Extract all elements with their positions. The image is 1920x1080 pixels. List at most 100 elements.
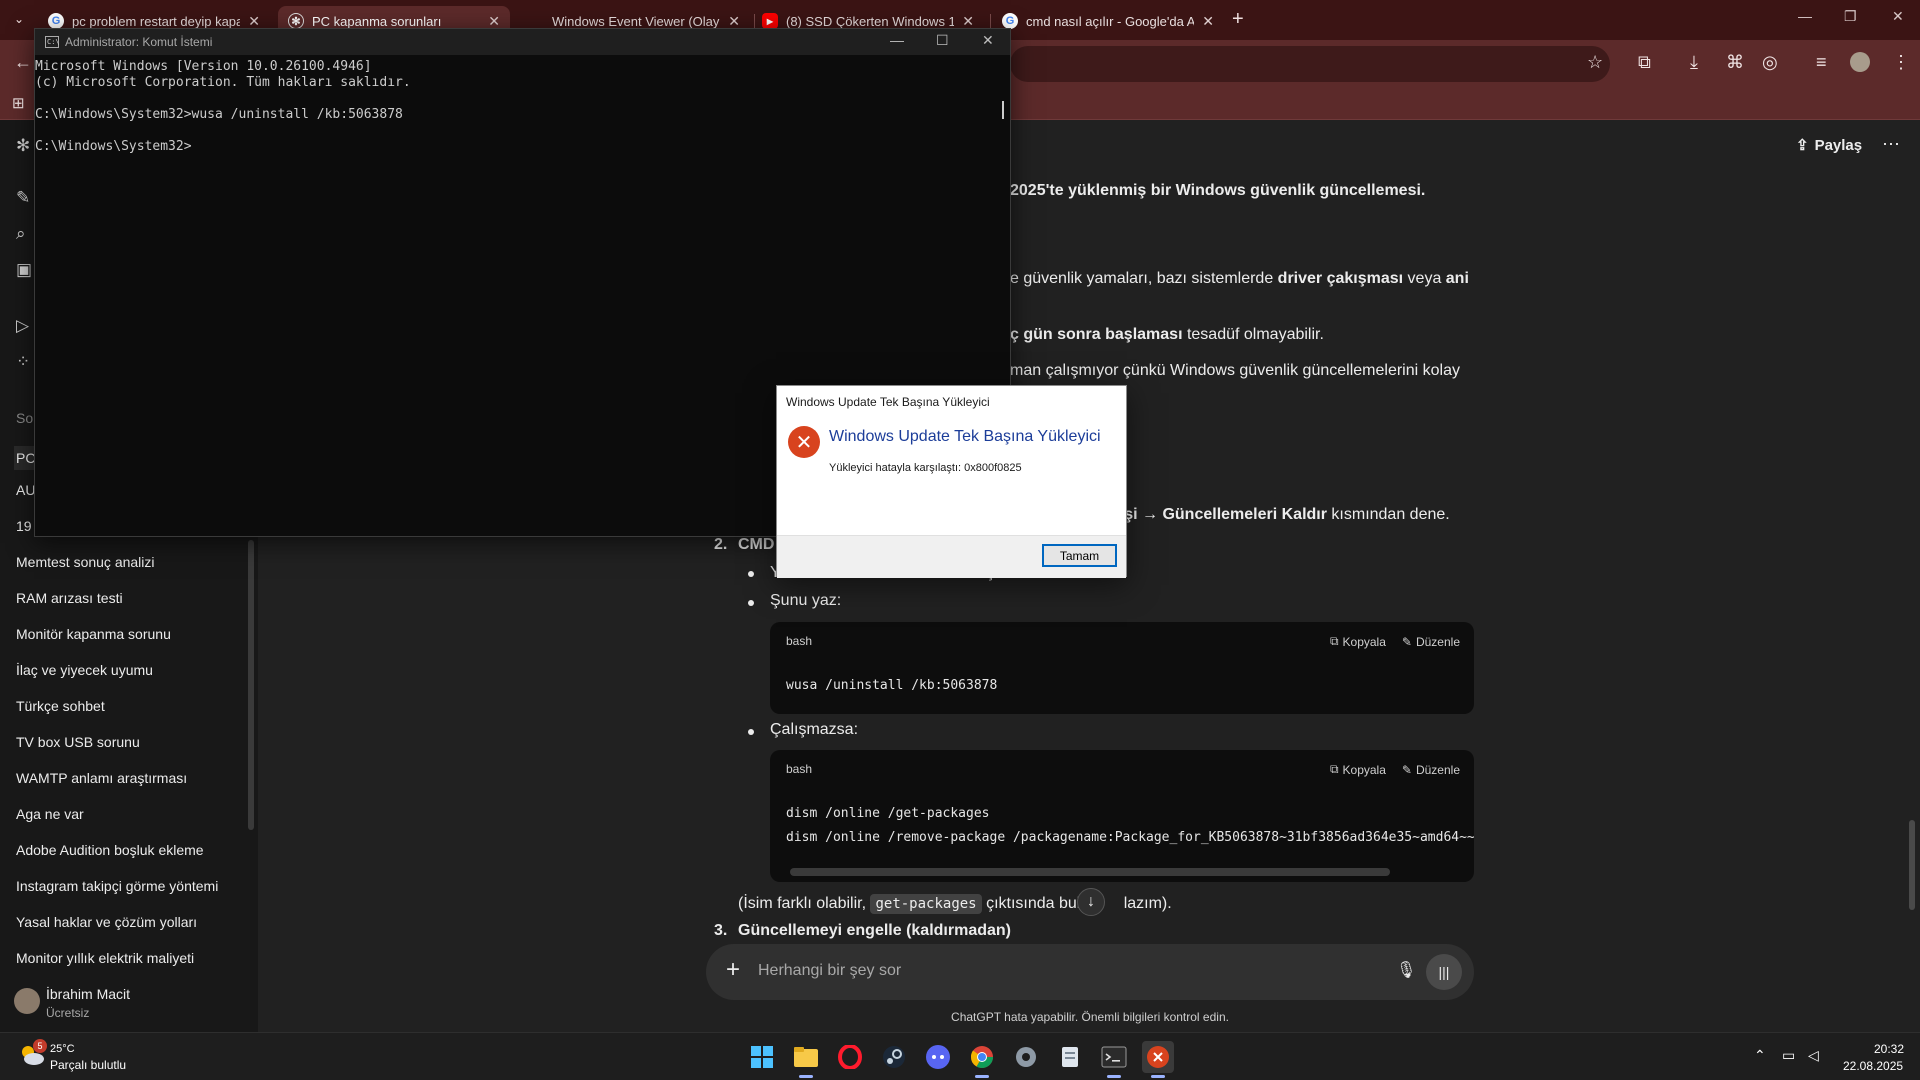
clock-time[interactable]: 20:32 [1874, 1042, 1904, 1056]
sidebar-item-ilac[interactable]: İlaç ve yiyecek uyumu [16, 662, 153, 678]
sidebar-item-instagram[interactable]: Instagram takipçi görme yöntemi [16, 878, 218, 894]
chat-paragraph: man çalışmıyor çünkü Windows güvenlik gü… [1010, 362, 1460, 379]
edit-code-button[interactable]: ✎ Düzenle [1402, 634, 1460, 649]
browser-menu-icon[interactable]: ⋮ [1892, 52, 1910, 73]
scroll-down-button[interactable]: ↓ [1077, 888, 1105, 916]
search-icon[interactable]: ⌕ [16, 224, 26, 244]
user-name[interactable]: İbrahim Macit [46, 986, 130, 1002]
voice-mode-button[interactable]: ||| [1426, 954, 1462, 990]
terminal-icon [1101, 1046, 1127, 1068]
lens-icon[interactable]: ◎ [1762, 52, 1778, 73]
edit-code-button[interactable]: ✎ Düzenle [1402, 762, 1460, 777]
tab-title: PC kapanma sorunları [312, 13, 442, 29]
sidebar-item-aga[interactable]: Aga ne var [16, 806, 84, 822]
tab-cmd-google[interactable]: G cmd nasıl açılır - Google'da Ara ✕ [992, 6, 1224, 36]
windows-logo-icon [751, 1046, 773, 1068]
tab-close-icon[interactable]: ✕ [248, 13, 260, 30]
weather-temperature[interactable]: 25°C [50, 1043, 75, 1055]
new-chat-icon[interactable]: ✎ [16, 188, 30, 208]
sidebar-item-partial[interactable]: AU [16, 482, 35, 498]
apps-grid-icon[interactable]: ⊞ [12, 94, 25, 112]
sidebar-item-partial[interactable]: 19 [16, 518, 32, 534]
chat-paragraph: nişi → Güncellemeleri Kaldır kısmından d… [1110, 506, 1450, 523]
more-options-icon[interactable]: ⋯ [1882, 134, 1900, 155]
terminal-button[interactable] [1098, 1041, 1130, 1078]
sora-icon[interactable]: ▷ [16, 316, 29, 336]
volume-icon[interactable]: ◁ [1808, 1047, 1819, 1064]
tab-close-icon[interactable]: ✕ [962, 13, 974, 30]
tab-close-icon[interactable]: ✕ [488, 13, 500, 30]
code-actions: ⧉ Kopyala ✎ Düzenle [1330, 762, 1460, 777]
dialog-heading: Windows Update Tek Başına Yükleyici [829, 428, 1101, 445]
network-icon[interactable]: ▭ [1782, 1047, 1795, 1064]
close-icon[interactable]: ✕ [982, 32, 994, 49]
cmd-titlebar[interactable]: C:\ Administrator: Komut İstemi — ☐ ✕ [35, 29, 1010, 55]
step-number: 2. [714, 536, 728, 553]
address-bar[interactable] [1010, 46, 1610, 82]
copy-code-button[interactable]: ⧉ Kopyala [1330, 762, 1386, 777]
clock-date[interactable]: 22.08.2025 [1843, 1059, 1903, 1073]
sidebar-item-elektrik[interactable]: Monitor yıllık elektrik maliyeti [16, 950, 194, 966]
code-line: wusa /uninstall /kb:5063878 [786, 678, 998, 693]
restore-icon[interactable]: ❐ [1844, 8, 1857, 25]
sidebar-item-tvbox[interactable]: TV box USB sorunu [16, 734, 140, 750]
copy-code-button[interactable]: ⧉ Kopyala [1330, 634, 1386, 649]
minimize-icon[interactable]: — [1798, 8, 1812, 24]
update-installer-button[interactable] [1142, 1041, 1174, 1078]
sidebar-item-memtest[interactable]: Memtest sonuç analizi [16, 554, 155, 570]
settings-button[interactable] [1010, 1041, 1042, 1073]
sidebar-item-turkce[interactable]: Türkçe sohbet [16, 698, 105, 714]
microphone-icon[interactable]: 🎙 [1396, 960, 1416, 980]
sidebar-item-ram[interactable]: RAM arızası testi [16, 590, 123, 606]
back-icon[interactable]: ← [14, 52, 32, 73]
bookmark-star-icon[interactable]: ☆ [1587, 52, 1603, 73]
translate-icon[interactable]: ⌘ [1726, 52, 1744, 73]
bullet-text: Şunu yaz: [770, 592, 842, 609]
new-tab-button[interactable]: + [1232, 8, 1244, 31]
start-button[interactable] [746, 1041, 778, 1073]
prompt-input[interactable]: Herhangi bir şey sor [758, 962, 901, 980]
extensions-icon[interactable]: ⧉ [1638, 52, 1651, 73]
tab-close-icon[interactable]: ✕ [728, 13, 740, 30]
gpts-icon[interactable]: ⁘ [16, 352, 30, 372]
media-control-icon[interactable]: ≡ [1816, 52, 1827, 73]
tray-overflow-chevron-icon[interactable]: ⌃ [1754, 1047, 1766, 1064]
tab-separator [990, 14, 991, 28]
code-block: bash ⧉ Kopyala ✎ Düzenle dism /online /get… [770, 750, 1474, 882]
sidebar-item-partial[interactable]: PC [14, 446, 35, 470]
chrome-button[interactable] [966, 1041, 998, 1078]
attach-plus-icon[interactable]: + [726, 956, 740, 984]
tab-close-icon[interactable]: ✕ [1202, 13, 1214, 30]
sidebar-scrollbar[interactable] [248, 540, 254, 830]
file-explorer-button[interactable] [790, 1041, 822, 1078]
dialog-titlebar[interactable]: Windows Update Tek Başına Yükleyici [777, 386, 1126, 416]
console-line: (c) Microsoft Corporation. Tüm hakları s… [35, 75, 411, 90]
sidebar-item-yasal[interactable]: Yasal haklar ve çözüm yolları [16, 914, 197, 930]
page-scrollbar[interactable] [1909, 820, 1915, 910]
notepad-button[interactable] [1054, 1041, 1086, 1073]
chat-note: (İsim farklı olabilir, get-packages çıkt… [738, 894, 1172, 914]
share-button[interactable]: ⇪ Paylaş [1796, 136, 1862, 155]
sidebar-item-monitor[interactable]: Monitör kapanma sorunu [16, 626, 171, 642]
prompt-composer: + Herhangi bir şey sor 🎙 ||| [706, 944, 1474, 1000]
cmd-scrollbar[interactable] [1002, 101, 1004, 119]
weather-description[interactable]: Parçalı bulutlu [50, 1058, 126, 1072]
ok-button[interactable]: Tamam [1042, 544, 1117, 567]
code-language: bash [786, 634, 813, 648]
opera-button[interactable] [834, 1041, 866, 1073]
avatar[interactable] [14, 988, 40, 1014]
library-icon[interactable]: ▣ [16, 260, 32, 280]
sidebar-item-wamtp[interactable]: WAMTP anlamı araştırması [16, 770, 187, 786]
download-icon[interactable]: ⤓ [1690, 52, 1698, 73]
chatgpt-logo-icon[interactable]: ✻ [16, 136, 30, 156]
discord-button[interactable] [922, 1041, 954, 1073]
code-horizontal-scrollbar[interactable] [790, 868, 1390, 876]
steam-button[interactable] [878, 1041, 910, 1073]
gear-icon [1016, 1047, 1036, 1067]
maximize-icon[interactable]: ☐ [936, 32, 949, 49]
profile-avatar[interactable] [1850, 52, 1870, 72]
close-icon[interactable]: ✕ [1892, 8, 1904, 25]
tab-search-chevron-icon[interactable]: ⌄ [14, 12, 24, 26]
sidebar-item-audition[interactable]: Adobe Audition boşluk ekleme [16, 842, 204, 858]
minimize-icon[interactable]: — [890, 32, 904, 48]
